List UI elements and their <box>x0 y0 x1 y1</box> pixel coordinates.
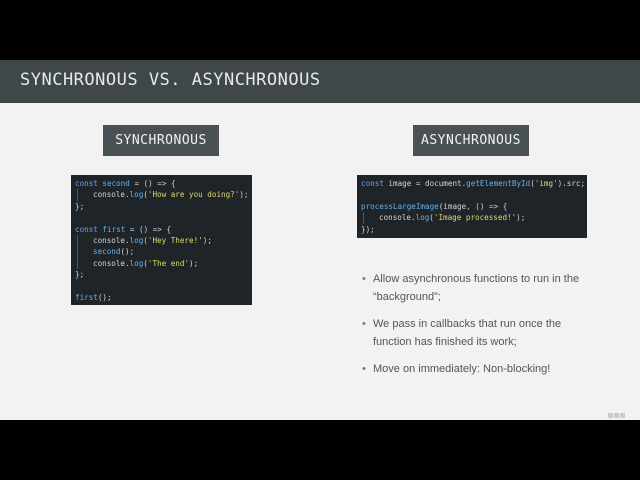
code-line: }; <box>75 270 85 280</box>
code-line: console.log('The end'); <box>77 257 248 270</box>
bullet-text: Allow asynchronous functions to run in t… <box>373 273 580 303</box>
code-text: (); <box>97 292 112 302</box>
code-string: 'Hey There!' <box>147 235 203 245</box>
watermark-logo-icon <box>608 405 630 418</box>
code-object: console. <box>93 190 130 200</box>
code-function: processLargeImage <box>361 201 439 211</box>
code-string: 'Image processed!' <box>433 213 517 223</box>
code-object: document. <box>425 179 467 188</box>
code-keyword: const <box>75 179 98 188</box>
code-line: processLargeImage(image, () => { <box>361 201 583 212</box>
asynchronous-code-block: const image = document.getElementById('i… <box>357 175 587 238</box>
code-function: log <box>129 190 144 200</box>
bullet-item: • Allow asynchronous functions to run in … <box>362 270 602 306</box>
bullet-text: We pass in callbacks that run once the f… <box>373 318 562 348</box>
code-line: const first = () => { <box>75 224 248 235</box>
code-function: first <box>75 292 98 302</box>
synchronous-code-block: const second = () => { console.log('How … <box>71 175 252 305</box>
code-text: (image, () => { <box>438 201 508 211</box>
bullet-list: • Allow asynchronous functions to run in … <box>362 270 602 387</box>
synchronous-label: SYNCHRONOUS <box>103 125 219 156</box>
code-line: first(); <box>75 292 248 303</box>
code-string: 'The end' <box>147 258 190 268</box>
bullet-item: • Move on immediately: Non-blocking! <box>362 360 602 378</box>
code-text: ).src; <box>557 179 586 188</box>
code-line: }); <box>361 224 375 234</box>
code-function: log <box>129 235 144 245</box>
code-object: console. <box>379 213 416 223</box>
bullet-icon: • <box>362 363 366 375</box>
bullet-icon: • <box>362 318 366 330</box>
code-function: log <box>415 213 430 223</box>
code-text: = () => { <box>129 179 176 188</box>
bullet-icon: • <box>362 273 366 285</box>
code-function: getElementById <box>466 179 531 188</box>
code-line: second(); <box>77 246 248 258</box>
code-line: console.log('Hey There!'); <box>77 234 248 247</box>
asynchronous-label: ASYNCHRONOUS <box>413 125 529 156</box>
code-line: console.log('How are you doing?'); <box>77 189 249 201</box>
code-line: const image = document.getElementById('i… <box>361 178 586 189</box>
title-bar: SYNCHRONOUS VS. ASYNCHRONOUS <box>0 60 640 103</box>
code-identifier: first <box>97 224 126 234</box>
code-line: }; <box>75 201 85 211</box>
code-line: console.log('Image processed!'); <box>363 212 583 224</box>
bullet-text: Move on immediately: Non-blocking! <box>373 363 551 375</box>
code-text: image = <box>383 179 426 188</box>
bullet-item: • We pass in callbacks that run once the … <box>362 315 602 351</box>
code-text: ); <box>189 258 199 268</box>
code-text: ); <box>516 213 526 223</box>
code-text: ); <box>239 190 249 200</box>
code-keyword: const <box>75 224 98 234</box>
code-string: 'How are you doing?' <box>147 190 240 200</box>
slide: SYNCHRONOUS VS. ASYNCHRONOUS SYNCHRONOUS… <box>0 60 640 420</box>
code-text: (); <box>120 247 135 257</box>
code-object: console. <box>93 235 130 245</box>
code-identifier: second <box>97 179 130 188</box>
slide-title: SYNCHRONOUS VS. ASYNCHRONOUS <box>20 70 321 90</box>
code-keyword: const <box>361 179 384 188</box>
code-function: log <box>129 258 144 268</box>
code-text: ); <box>202 235 212 245</box>
code-line: const second = () => { <box>75 178 248 189</box>
code-text: = () => { <box>125 224 172 234</box>
code-string: 'img' <box>534 179 558 188</box>
code-function: second <box>93 247 121 257</box>
code-object: console. <box>93 258 130 268</box>
